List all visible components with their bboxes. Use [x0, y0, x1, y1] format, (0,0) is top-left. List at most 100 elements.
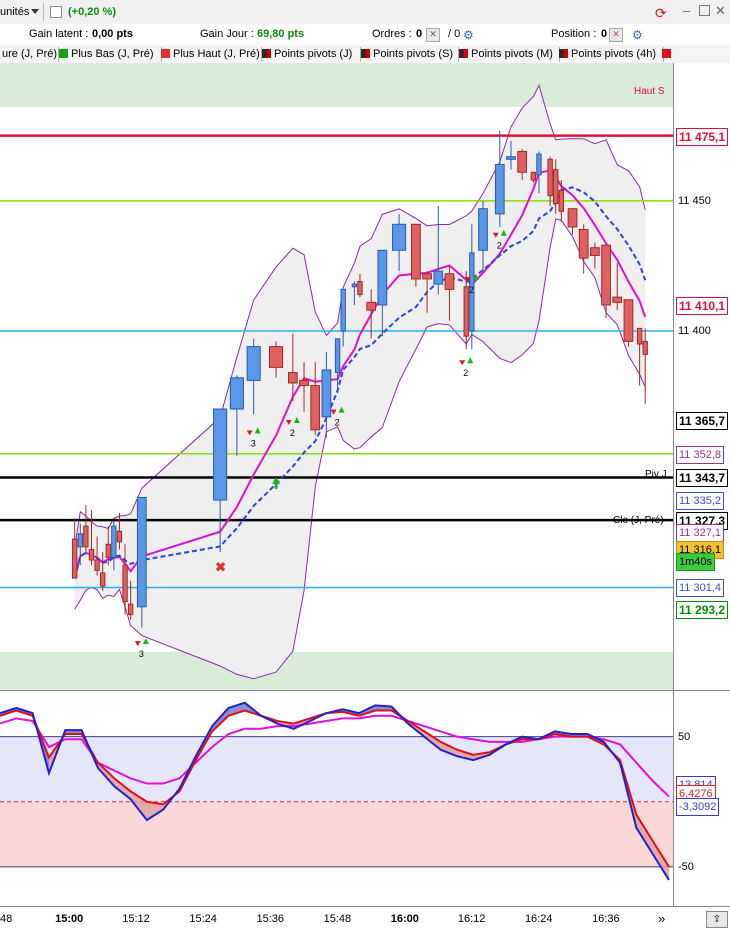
piv-j-label: Piv J: [645, 469, 667, 480]
expand-icon[interactable]: ⇪: [706, 911, 728, 928]
candle-body: [229, 377, 244, 410]
orders-count-a: 0: [416, 28, 423, 40]
candle-body: [122, 564, 128, 603]
legend-item-pivots-month[interactable]: Points pivots (M): [457, 47, 560, 62]
legend-item-pivots-week[interactable]: Points pivots (S): [359, 47, 459, 62]
time-tick-label: 16:36: [592, 913, 620, 925]
time-tick-label: 16:00: [390, 913, 419, 925]
price-label: 11 450: [678, 194, 711, 207]
orders-label: Ordres :: [372, 28, 412, 40]
legend-item-pivots-day[interactable]: Points pivots (J): [260, 47, 361, 62]
candle-body: [127, 603, 134, 616]
candle-body: [558, 189, 565, 212]
scroll-right-button[interactable]: »: [658, 911, 665, 926]
pivot-swatch-icon: [559, 49, 568, 58]
candle-body: [246, 346, 261, 381]
candle-body: [463, 286, 469, 337]
cancel-orders-icon[interactable]: ✕: [426, 28, 440, 42]
candle-body: [506, 156, 516, 160]
marker-count: 3: [251, 438, 256, 448]
toolbar-divider: [43, 3, 44, 21]
marker-count: 2: [469, 285, 474, 295]
legend-label: Points pivots (M): [471, 48, 553, 60]
price-label: 11 343,7: [676, 469, 729, 488]
legend-item-pivots-4h[interactable]: Points pivots (4h): [557, 47, 664, 62]
candle-body: [590, 247, 600, 257]
price-axis[interactable]: 11 475,1 11 450 11 410,1 11 400 11 365,7 11 3…: [673, 63, 730, 690]
candle-body: [636, 327, 643, 345]
candle-body: [77, 533, 83, 548]
red-swatch-icon: [161, 49, 170, 58]
candle-body: [612, 296, 623, 303]
candle-body: [340, 288, 346, 332]
time-tick-label: 15:48: [323, 913, 352, 925]
minimize-icon[interactable]: –: [683, 3, 690, 18]
candle-body: [269, 346, 284, 368]
clo-label: Clo (J, Pré): [613, 515, 664, 526]
marker-count: 2: [290, 428, 295, 438]
time-tick-label: 16:12: [457, 913, 486, 925]
legend-item-high[interactable]: Plus Haut (J, Pré): [159, 47, 262, 62]
legend-label: Points pivots (S): [373, 48, 454, 60]
candle-body: [536, 153, 542, 176]
legend-label: Points pivots (J): [274, 48, 353, 60]
price-label: 11 365,7: [676, 412, 729, 431]
candle-body: [623, 299, 634, 342]
candle-body: [553, 169, 559, 204]
marker-count: 2: [497, 241, 502, 251]
candle-body: [310, 385, 321, 431]
candle-body: [94, 559, 100, 571]
candle-body: [116, 530, 123, 543]
legend-more-swatch-icon[interactable]: [662, 49, 671, 58]
close-position-icon[interactable]: ✕: [609, 28, 623, 42]
osc-lower-zone: [0, 801, 673, 867]
position-value: 0: [601, 28, 608, 40]
price-label: 11 335,2: [676, 491, 725, 510]
indicator-legend: ure (J, Pré) Plus Bas (J, Pré) Plus Haut…: [0, 45, 730, 64]
lower-zone: [0, 652, 673, 690]
price-label: 11 293,2: [676, 600, 729, 619]
checkbox[interactable]: [50, 6, 62, 18]
price-label: 11 301,4: [676, 579, 725, 598]
candle-body: [547, 158, 553, 197]
candle-body: [392, 223, 407, 251]
time-axis[interactable]: 48 15:00 15:12 15:24 15:36 15:48 16:00 16:12 16:…: [0, 906, 730, 931]
candle-body: [99, 572, 106, 587]
position-gear-icon[interactable]: ⚙: [632, 28, 643, 42]
candle-body: [642, 340, 648, 355]
candle-body: [517, 150, 528, 173]
candle-body: [411, 223, 421, 280]
candle-body: [567, 208, 578, 228]
units-selector-label[interactable]: unités: [0, 0, 29, 24]
refresh-icon[interactable]: ⟳: [655, 5, 667, 22]
legend-label: ure (J, Pré): [2, 48, 58, 60]
candle-body: [136, 496, 147, 608]
candle-body: [287, 372, 298, 384]
marker-count: 2: [463, 368, 468, 378]
legend-item-close[interactable]: ure (J, Pré): [0, 47, 59, 62]
candle-body: [105, 543, 111, 558]
buy-arrow-stem: [274, 483, 278, 489]
candle-body: [578, 229, 589, 259]
green-swatch-icon: [59, 49, 68, 58]
candle-body: [601, 244, 611, 306]
time-tick-label: 15:00: [55, 913, 84, 925]
oscillator-panel[interactable]: [0, 690, 673, 906]
close-icon[interactable]: ✕: [715, 3, 726, 19]
price-chart[interactable]: 3 3 2 2 2 2 2 ✖ Haut S Piv J Clo (J, Pré): [0, 63, 673, 690]
time-tick-label: 15:12: [122, 913, 150, 925]
gear-icon[interactable]: ⚙: [463, 28, 474, 42]
osc-tick-label: 50: [678, 730, 691, 743]
time-tick-label: 16:24: [524, 913, 553, 925]
candle-body: [88, 549, 95, 561]
oscillator-canvas[interactable]: [0, 691, 673, 906]
candle-body: [444, 273, 455, 290]
maximize-icon[interactable]: [699, 5, 710, 16]
candle-body: [357, 281, 363, 296]
pivot-swatch-icon: [361, 49, 370, 58]
chevron-down-icon[interactable]: [31, 9, 39, 14]
sell-cross-icon: ✖: [215, 560, 226, 575]
time-tick-label: 48: [0, 913, 13, 925]
legend-item-low[interactable]: Plus Bas (J, Pré): [57, 47, 162, 62]
price-chart-canvas[interactable]: 3 3 2 2 2 2 2 ✖ Haut S Piv J Clo (J, Pré): [0, 63, 673, 690]
